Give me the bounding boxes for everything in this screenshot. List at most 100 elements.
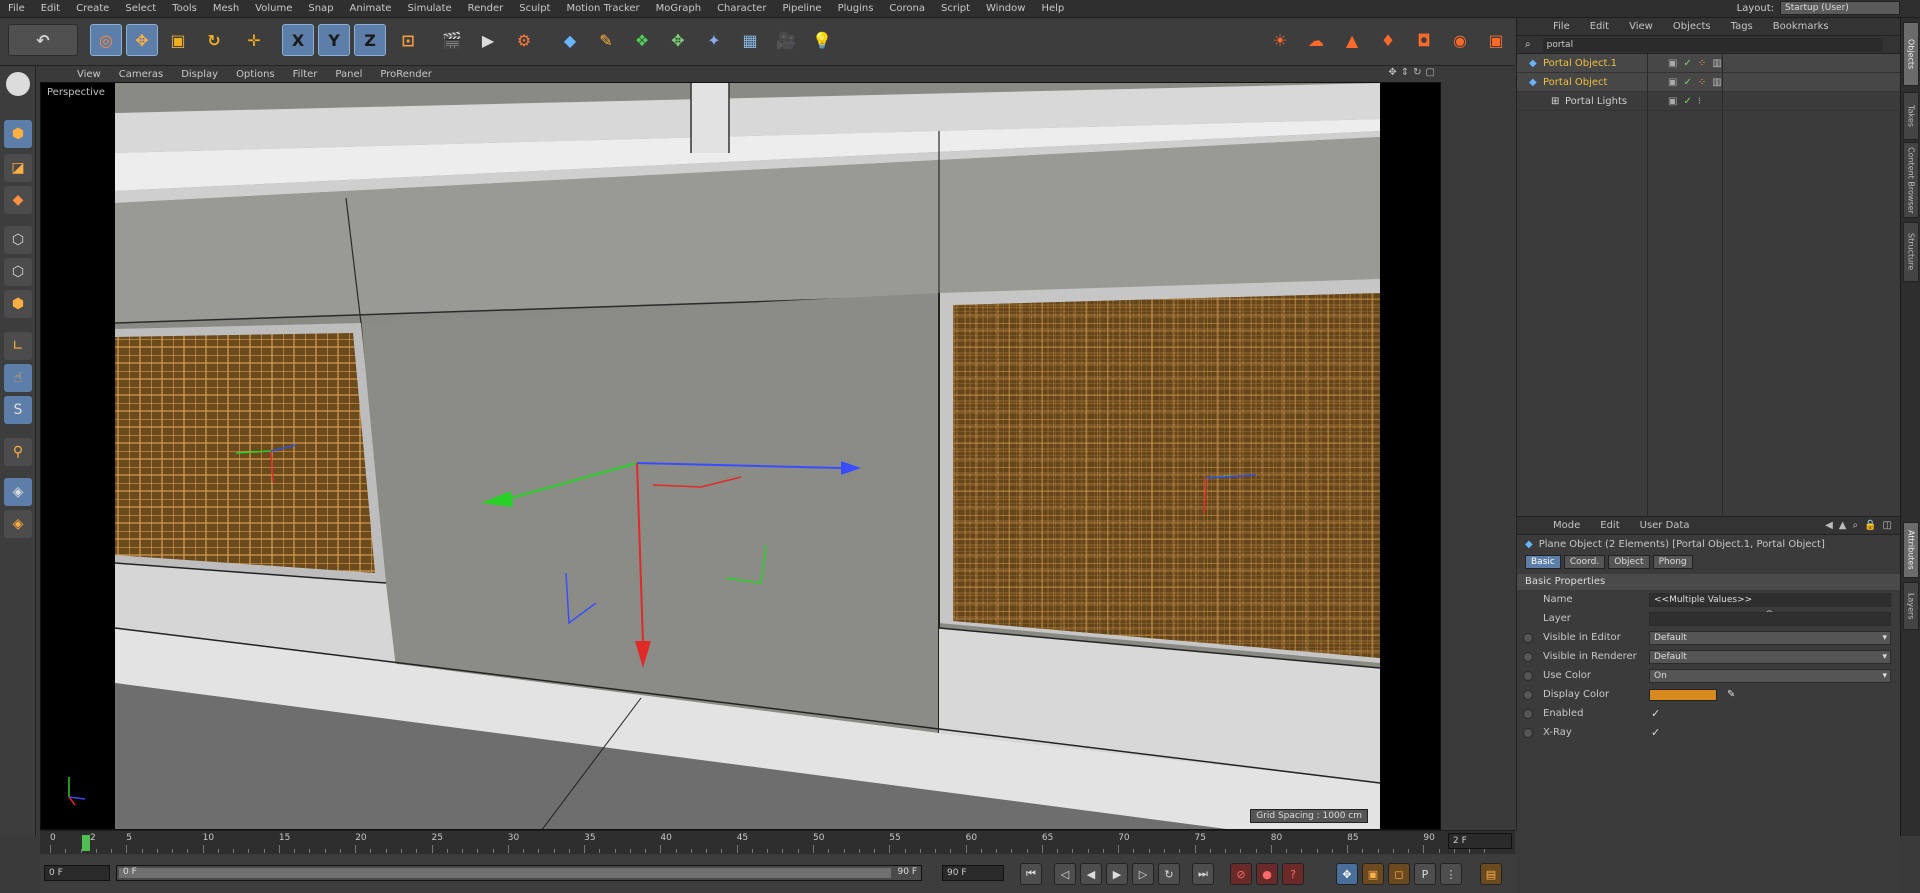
- snap-icon[interactable]: S: [4, 396, 32, 424]
- animation-dot-icon[interactable]: [1523, 689, 1533, 700]
- orbit-icon[interactable]: ↻: [1413, 67, 1421, 78]
- recent-tool-icon[interactable]: ✛: [238, 24, 270, 56]
- corona-sky-icon[interactable]: ☁: [1300, 24, 1332, 56]
- back-arrow-icon[interactable]: ◀: [1825, 520, 1833, 531]
- object-menu-edit[interactable]: Edit: [1580, 21, 1619, 32]
- go-to-end-icon[interactable]: ⏭: [1192, 863, 1214, 885]
- light-icon[interactable]: 💡: [806, 24, 838, 56]
- attribute-menu-user-data[interactable]: User Data: [1630, 520, 1700, 531]
- corona-sun-icon[interactable]: ◉: [1444, 24, 1476, 56]
- check-icon[interactable]: ✓: [1683, 77, 1691, 88]
- menu-render[interactable]: Render: [460, 3, 512, 14]
- attribute-dropdown[interactable]: Default: [1649, 630, 1891, 645]
- corona-camera-icon[interactable]: ◘: [1408, 24, 1440, 56]
- edges-mode-icon[interactable]: ⬡: [4, 258, 32, 286]
- render-picture-viewer-icon[interactable]: ▶: [472, 24, 504, 56]
- maximize-icon[interactable]: ▢: [1426, 67, 1435, 78]
- attribute-checkbox[interactable]: ✓: [1651, 707, 1660, 720]
- polygons-mode-icon[interactable]: ⬢: [4, 290, 32, 318]
- material-tag-icon[interactable]: ▥: [1712, 77, 1721, 88]
- menu-file[interactable]: File: [0, 3, 33, 14]
- up-arrow-icon[interactable]: ▲: [1839, 520, 1847, 531]
- viewport-menu-view[interactable]: View: [68, 69, 110, 80]
- side-tab-attributes[interactable]: Attributes: [1903, 522, 1919, 578]
- corona-light-icon[interactable]: ♦: [1372, 24, 1404, 56]
- array-icon[interactable]: ✥: [662, 24, 694, 56]
- menu-mograph[interactable]: MoGraph: [648, 3, 709, 14]
- lock-icon[interactable]: 🔒: [1864, 520, 1876, 531]
- viewport-menu-filter[interactable]: Filter: [284, 69, 327, 80]
- tag-icon[interactable]: ⁘: [1698, 58, 1706, 69]
- key-rotation-icon[interactable]: ◻: [1388, 863, 1410, 885]
- layer-icon[interactable]: ▣: [1668, 77, 1677, 88]
- object-name[interactable]: Portal Object: [1543, 77, 1668, 88]
- object-search-input[interactable]: portal: [1542, 37, 1883, 52]
- viewport-menu-display[interactable]: Display: [172, 69, 227, 80]
- menu-simulate[interactable]: Simulate: [399, 3, 459, 14]
- menu-volume[interactable]: Volume: [247, 3, 300, 14]
- check-icon[interactable]: ✓: [1683, 58, 1691, 69]
- model-mode-icon[interactable]: ⬢: [4, 120, 32, 148]
- solo-icon[interactable]: ◈: [4, 478, 32, 506]
- menu-pipeline[interactable]: Pipeline: [774, 3, 829, 14]
- menu-tools[interactable]: Tools: [164, 3, 205, 14]
- menu-script[interactable]: Script: [933, 3, 978, 14]
- end-frame-field[interactable]: 90 F: [942, 865, 1004, 881]
- key-position-icon[interactable]: ✥: [1336, 863, 1358, 885]
- viewport-menu-prorender[interactable]: ProRender: [371, 69, 440, 80]
- animation-dot-icon[interactable]: [1523, 651, 1533, 662]
- object-row[interactable]: ◆ Portal Object ▣ ✓ ⁘ ▥: [1517, 73, 1900, 92]
- render-settings-icon[interactable]: ⚙: [508, 24, 540, 56]
- object-row[interactable]: ◆ Portal Object.1 ▣ ✓ ⁘ ▥: [1517, 54, 1900, 73]
- render-view-icon[interactable]: 🎬: [436, 24, 468, 56]
- animation-dot-icon[interactable]: [1523, 708, 1533, 719]
- attribute-checkbox[interactable]: ✓: [1651, 726, 1660, 739]
- y-axis-lock-button[interactable]: Y: [318, 24, 350, 56]
- side-tab-content-browser[interactable]: Content Browser: [1903, 142, 1919, 218]
- side-tab-objects[interactable]: Objects: [1903, 22, 1919, 86]
- z-axis-lock-button[interactable]: Z: [354, 24, 386, 56]
- menu-animate[interactable]: Animate: [342, 3, 400, 14]
- menu-edit[interactable]: Edit: [33, 3, 68, 14]
- record-active-icon[interactable]: ⊘: [1230, 863, 1252, 885]
- tab-phong[interactable]: Phong: [1652, 555, 1693, 569]
- tag-icon[interactable]: ⁘: [1698, 77, 1706, 88]
- attribute-field[interactable]: [1649, 611, 1891, 626]
- viewport-menu-panel[interactable]: Panel: [326, 69, 371, 80]
- pen-spline-icon[interactable]: ✎: [590, 24, 622, 56]
- previous-frame-icon[interactable]: ◀: [1080, 863, 1102, 885]
- object-visibility-flags[interactable]: ▣ ✓ ⁘ ▥: [1668, 77, 1722, 88]
- timeline-ruler[interactable]: 2 F 0 5 10 15 20 25 30 35 40 45 50 55 60 65 70 75 80 85 90…: [40, 830, 1515, 854]
- attribute-field[interactable]: <<Multiple Values>>: [1649, 592, 1891, 607]
- x-axis-lock-button[interactable]: X: [282, 24, 314, 56]
- camera-icon[interactable]: 🎥: [770, 24, 802, 56]
- corona-render-icon[interactable]: ☀: [1264, 24, 1296, 56]
- color-picker-icon[interactable]: ✎: [1727, 689, 1735, 700]
- viewport-menu-options[interactable]: Options: [227, 69, 284, 80]
- deformer-icon[interactable]: ✦: [698, 24, 730, 56]
- object-visibility-flags[interactable]: ▣ ✓ ⁘ ▥: [1668, 58, 1722, 69]
- cube-primitive-icon[interactable]: ◆: [554, 24, 586, 56]
- viewport-menu-cameras[interactable]: Cameras: [110, 69, 172, 80]
- go-to-start-icon[interactable]: ⏮: [1020, 863, 1042, 885]
- object-menu-bookmarks[interactable]: Bookmarks: [1763, 21, 1839, 32]
- menu-motion-tracker[interactable]: Motion Tracker: [558, 3, 647, 14]
- menu-character[interactable]: Character: [709, 3, 774, 14]
- new-window-icon[interactable]: ◫: [1883, 520, 1892, 531]
- layer-icon[interactable]: ▣: [1668, 58, 1677, 69]
- tweak-mode-icon[interactable]: ☝: [4, 364, 32, 392]
- attribute-menu-edit[interactable]: Edit: [1590, 520, 1629, 531]
- magnet-icon[interactable]: ⚲: [4, 438, 32, 466]
- layout-select[interactable]: Startup (User): [1780, 1, 1900, 15]
- points-mode-icon[interactable]: ⬡: [4, 226, 32, 254]
- next-key-icon[interactable]: ↻: [1158, 863, 1180, 885]
- menu-create[interactable]: Create: [68, 3, 117, 14]
- key-pla-icon[interactable]: ⋮: [1440, 863, 1462, 885]
- object-menu-view[interactable]: View: [1619, 21, 1663, 32]
- floor-icon[interactable]: ▦: [734, 24, 766, 56]
- object-menu-tags[interactable]: Tags: [1721, 21, 1763, 32]
- undo-button[interactable]: ↶: [8, 24, 78, 56]
- menu-snap[interactable]: Snap: [300, 3, 341, 14]
- object-name[interactable]: Portal Lights: [1565, 96, 1668, 107]
- autokey-icon[interactable]: ●: [1256, 863, 1278, 885]
